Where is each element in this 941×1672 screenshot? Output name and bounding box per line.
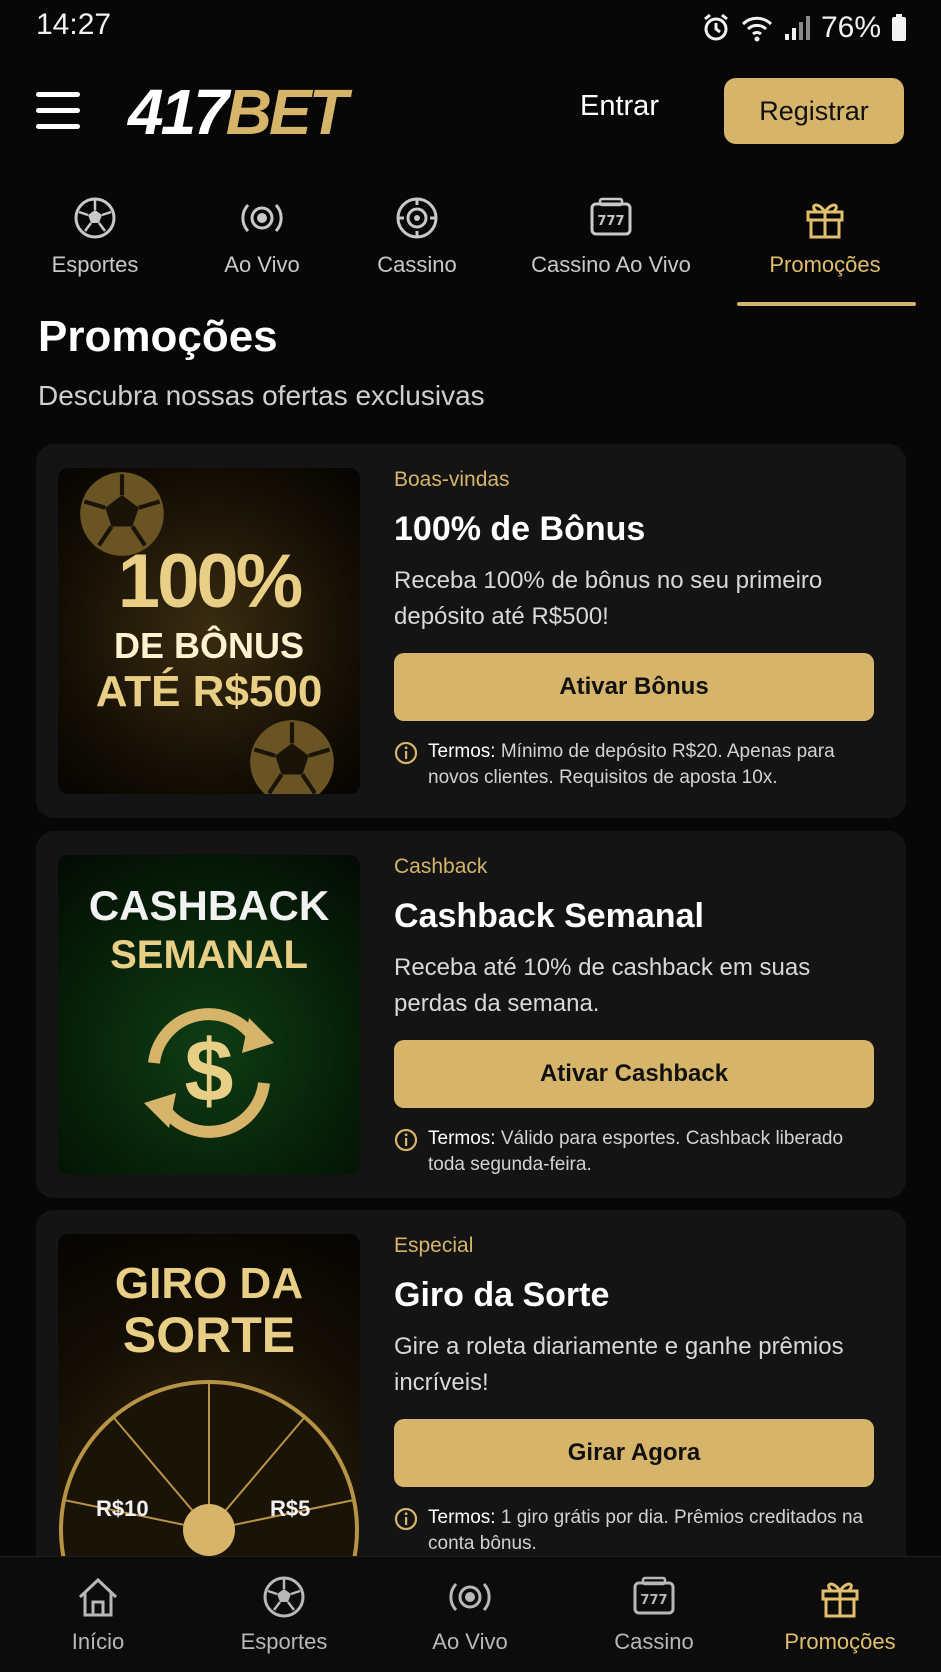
login-link[interactable]: Entrar (580, 90, 659, 123)
brand-logo[interactable]: 417BET (128, 78, 348, 146)
alarm-icon (704, 13, 728, 41)
promo-image-wheel[interactable]: GIRO DA SORTE R$10 R$5 (58, 1234, 360, 1564)
promo-description: Receba 100% de bônus no seu primeiro dep… (394, 567, 823, 630)
promo-body: Especial Giro da Sorte Gire a roleta dia… (394, 1234, 884, 1557)
promo-tag: Boas-vindas (394, 468, 510, 491)
bottom-nav-promocoes[interactable]: Promoções (750, 1575, 930, 1655)
status-time: 14:27 (36, 8, 112, 41)
tab-promocoes[interactable]: Promoções (740, 196, 910, 278)
live-broadcast-icon (241, 203, 283, 233)
signal-icon (784, 16, 810, 40)
promo-terms: Termos: 1 giro grátis por dia. Prêmios c… (394, 1505, 884, 1557)
activate-bonus-button[interactable]: Ativar Bônus (394, 653, 874, 721)
soccer-ball-icon (250, 720, 334, 794)
promo-terms: Termos: Mínimo de depósito R$20. Apenas … (394, 739, 884, 791)
app-header: 417BET Entrar Registrar (0, 72, 941, 150)
spin-now-button[interactable]: Girar Agora (394, 1419, 874, 1487)
promo-tag: Especial (394, 1234, 474, 1257)
promo-title: Cashback Semanal (394, 897, 704, 935)
promo-title: 100% de Bônus (394, 510, 646, 548)
image-text-sorte: SORTE (122, 1307, 296, 1363)
image-text-giro: GIRO DA (114, 1259, 304, 1308)
tab-ao-vivo[interactable]: Ao Vivo (177, 196, 347, 278)
live-broadcast-icon (449, 1582, 491, 1612)
svg-text:777: 777 (640, 1593, 667, 1608)
wheel-prize-right: R$5 (270, 1496, 311, 1521)
status-bar: 14:27 76% (0, 0, 941, 56)
info-icon (394, 1128, 418, 1152)
image-text-cashback: CASHBACK (88, 882, 330, 929)
image-text-bonus-percent: 100% (117, 539, 303, 624)
terms-label: Termos: (428, 1507, 496, 1528)
terms-label: Termos: (428, 741, 496, 762)
bottom-nav-esportes[interactable]: Esportes (194, 1575, 374, 1655)
info-icon (394, 741, 418, 765)
promo-body: Boas-vindas 100% de Bônus Receba 100% de… (394, 468, 884, 791)
bottom-nav: Início Esportes Ao Vivo 777 Cassino Prom… (0, 1556, 941, 1672)
image-text-bonus-label: DE BÔNUS (113, 625, 305, 666)
promo-terms: Termos: Válido para esportes. Cashback l… (394, 1126, 884, 1178)
slot-machine-icon: 777 (590, 197, 632, 236)
gift-icon (821, 1582, 859, 1618)
category-nav: Esportes Ao Vivo Cassino 777 Cassino Ao … (0, 196, 941, 308)
bottom-nav-ao-vivo[interactable]: Ao Vivo (380, 1575, 560, 1655)
tab-cassino[interactable]: Cassino (332, 196, 502, 278)
menu-icon[interactable] (36, 92, 82, 132)
bottom-nav-inicio[interactable]: Início (8, 1575, 188, 1655)
promo-title: Giro da Sorte (394, 1276, 610, 1314)
image-text-dollar: $ (184, 1021, 234, 1120)
tab-esportes[interactable]: Esportes (10, 196, 180, 278)
promo-image-bonus[interactable]: 100% DE BÔNUS ATÉ R$500 (58, 468, 360, 794)
page-title: Promoções (38, 312, 278, 361)
page-subtitle: Descubra nossas ofertas exclusivas (38, 380, 485, 411)
bottom-nav-cassino[interactable]: 777 Cassino (564, 1575, 744, 1655)
home-icon (78, 1577, 118, 1617)
promo-description: Gire a roleta diariamente e ganhe prêmio… (394, 1333, 844, 1396)
promo-card-cashback: CASHBACK SEMANAL $ Cashback Cashback Sem… (36, 831, 906, 1198)
image-text-semanal: SEMANAL (110, 933, 308, 977)
promo-body: Cashback Cashback Semanal Receba até 10%… (394, 855, 884, 1178)
soccer-ball-icon (74, 197, 116, 239)
register-button[interactable]: Registrar (724, 78, 904, 144)
battery-icon (892, 14, 906, 41)
active-tab-indicator (737, 302, 916, 306)
promo-description: Receba até 10% de cashback em suas perda… (394, 954, 811, 1017)
promo-card-welcome: 100% DE BÔNUS ATÉ R$500 Boas-vindas 100%… (36, 444, 906, 818)
activate-cashback-button[interactable]: Ativar Cashback (394, 1040, 874, 1108)
soccer-ball-icon (263, 1576, 305, 1618)
promo-tag: Cashback (394, 855, 488, 878)
tab-cassino-ao-vivo[interactable]: 777 Cassino Ao Vivo (526, 196, 696, 278)
wifi-icon (741, 16, 773, 42)
svg-text:777: 777 (597, 214, 624, 229)
promo-image-cashback[interactable]: CASHBACK SEMANAL $ (58, 855, 360, 1175)
battery-percentage: 76% (820, 11, 881, 44)
status-icons: 76% (701, 8, 907, 48)
terms-label: Termos: (428, 1128, 496, 1149)
image-text-bonus-limit: ATÉ R$500 (95, 667, 323, 716)
promo-card-wheel: GIRO DA SORTE R$10 R$5 Especial Giro da … (36, 1210, 906, 1580)
gift-icon (806, 203, 844, 239)
prize-wheel-icon (59, 1380, 359, 1564)
roulette-icon (396, 197, 438, 239)
slot-machine-icon: 777 (633, 1576, 675, 1615)
info-icon (394, 1507, 418, 1531)
wheel-prize-left: R$10 (96, 1496, 149, 1521)
